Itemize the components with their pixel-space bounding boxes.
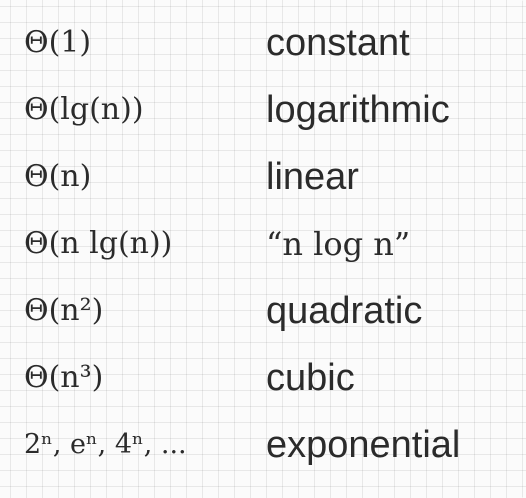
complexity-table: Θ(1) constant Θ(lg(n)) logarithmic Θ(n) … bbox=[0, 0, 526, 498]
table-row: Θ(n³) cubic bbox=[0, 348, 526, 408]
notation-cell: 2ⁿ, eⁿ, 4ⁿ, ... bbox=[24, 429, 187, 460]
table-row: Θ(n lg(n)) “n log n” bbox=[0, 214, 526, 274]
table-row: 2ⁿ, eⁿ, 4ⁿ, ... exponential bbox=[0, 415, 526, 475]
growth-name-cell: cubic bbox=[266, 357, 355, 399]
table-row: Θ(n) linear bbox=[0, 147, 526, 207]
growth-name-cell: logarithmic bbox=[266, 89, 450, 131]
table-row: Θ(lg(n)) logarithmic bbox=[0, 80, 526, 140]
notation-cell: Θ(n³) bbox=[24, 360, 104, 395]
growth-name-cell: quadratic bbox=[266, 290, 423, 332]
growth-name-cell: linear bbox=[266, 156, 359, 198]
growth-name-cell: “n log n” bbox=[266, 225, 411, 263]
notation-cell: Θ(1) bbox=[24, 25, 92, 60]
table-row: Θ(n²) quadratic bbox=[0, 281, 526, 341]
notation-cell: Θ(lg(n)) bbox=[24, 92, 144, 127]
notation-cell: Θ(n lg(n)) bbox=[24, 226, 173, 261]
table-row: Θ(1) constant bbox=[0, 13, 526, 73]
notation-cell: Θ(n²) bbox=[24, 293, 104, 328]
growth-name-cell: constant bbox=[266, 22, 410, 64]
growth-name-cell: exponential bbox=[266, 424, 461, 466]
notation-cell: Θ(n) bbox=[24, 159, 92, 194]
